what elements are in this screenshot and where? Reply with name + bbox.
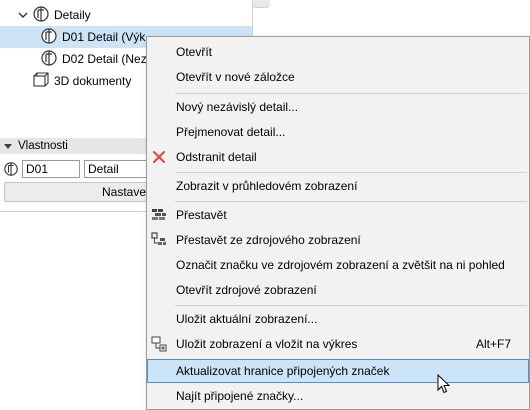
- id-field[interactable]: D01: [22, 160, 80, 178]
- menu-item-label: Označit značku ve zdrojovém zobrazení a …: [176, 258, 505, 272]
- menu-item-open-source-view[interactable]: Otevřít zdrojové zobrazení: [147, 278, 529, 302]
- menu-item-label: Nový nezávislý detail...: [176, 100, 299, 114]
- menu-item-rebuild[interactable]: Přestavět: [147, 203, 529, 227]
- menu-item-delete-detail[interactable]: Odstranit detail: [147, 145, 529, 169]
- menu-item-label: Zobrazit v průhledovém zobrazení: [176, 179, 358, 193]
- detail-icon: [40, 49, 58, 70]
- rebuild-icon: [151, 207, 167, 223]
- menu-item-label: Otevřít: [176, 45, 213, 59]
- collapse-triangle-icon[interactable]: [4, 143, 12, 149]
- properties-title: Vlastnosti: [18, 140, 68, 152]
- menu-separator: [175, 201, 527, 202]
- tree-label-3d-documents: 3D dokumenty: [54, 74, 132, 88]
- menu-item-label: Najít připojené značky...: [176, 389, 304, 403]
- menu-item-open-new-tab[interactable]: Otevřít v nové záložce: [147, 65, 529, 89]
- menu-item-update-marker-bounds[interactable]: Aktualizovat hranice připojených značek: [147, 359, 529, 383]
- menu-item-new-independent-detail[interactable]: Nový nezávislý detail...: [147, 95, 529, 119]
- detail-icon: [40, 27, 58, 48]
- menu-item-label: Uložit zobrazení a vložit na výkres: [176, 337, 358, 351]
- menu-item-label: Přestavět: [176, 208, 227, 222]
- menu-item-find-linked-markers[interactable]: Najít připojené značky...: [147, 384, 529, 408]
- tree-item-details[interactable]: Detaily: [18, 4, 248, 26]
- menu-item-rebuild-from-source[interactable]: Přestavět ze zdrojového zobrazení: [147, 228, 529, 252]
- tree-label-d01: D01 Detail (Výk: [62, 30, 146, 44]
- menu-item-label: Přestavět ze zdrojového zobrazení: [176, 233, 361, 247]
- menu-item-rename-detail[interactable]: Přejmenovat detail...: [147, 120, 529, 144]
- detail-small-icon: [3, 161, 19, 180]
- tree-label-d02: D02 Detail (Nez: [62, 52, 147, 66]
- menu-item-label: Přejmenovat detail...: [176, 125, 286, 139]
- menu-item-open[interactable]: Otevřít: [147, 40, 529, 64]
- save-place-icon: [151, 336, 167, 352]
- menu-separator: [175, 172, 527, 173]
- tree-label-details: Detaily: [54, 8, 91, 22]
- context-menu: Otevřít Otevřít v nové záložce Nový nezá…: [146, 36, 530, 410]
- mouse-pointer-icon: [437, 373, 451, 394]
- menu-item-save-current-view[interactable]: Uložit aktuální zobrazení...: [147, 307, 529, 331]
- panel-scrollbar[interactable]: [252, 0, 270, 8]
- delete-x-icon: [151, 149, 167, 165]
- menu-separator: [175, 305, 527, 306]
- name-field[interactable]: Detail: [84, 160, 154, 178]
- menu-item-save-and-place[interactable]: Uložit zobrazení a vložit na výkres Alt+…: [147, 332, 529, 356]
- menu-item-mark-in-source[interactable]: Označit značku ve zdrojovém zobrazení a …: [147, 253, 529, 277]
- menu-item-label: Aktualizovat hranice připojených značek: [176, 364, 390, 378]
- menu-item-label: Odstranit detail: [176, 150, 257, 164]
- menu-item-label: Otevřít v nové záložce: [176, 70, 295, 84]
- 3d-document-icon: [32, 71, 50, 92]
- menu-separator: [175, 93, 527, 94]
- menu-item-show-in-trace[interactable]: Zobrazit v průhledovém zobrazení: [147, 174, 529, 198]
- menu-item-label: Otevřít zdrojové zobrazení: [176, 283, 317, 297]
- detail-folder-icon: [32, 5, 50, 26]
- menu-item-shortcut: Alt+F7: [476, 337, 512, 351]
- rebuild-from-source-icon: [151, 232, 167, 248]
- chevron-down-icon[interactable]: [18, 10, 28, 20]
- menu-item-label: Uložit aktuální zobrazení...: [176, 312, 318, 326]
